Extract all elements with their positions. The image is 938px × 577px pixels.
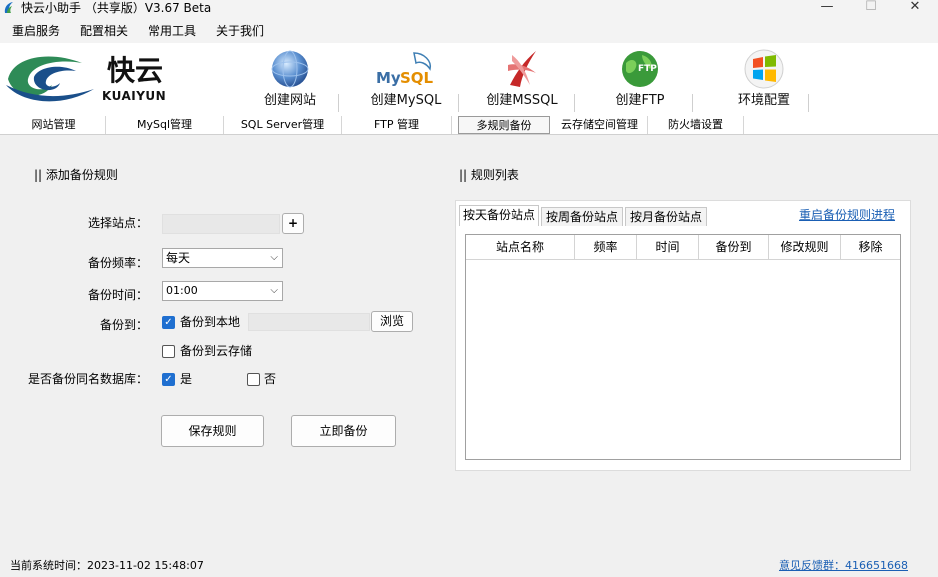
create-mssql-label: 创建MSSQL: [486, 93, 558, 108]
add-rule-section-title: || 添加备份规则: [34, 168, 118, 182]
backup-db-no-checkbox[interactable]: [247, 373, 260, 386]
mssql-icon: [508, 51, 536, 87]
column-header-edit-rule[interactable]: 修改规则: [769, 235, 841, 260]
ftp-globe-icon: FTP: [622, 51, 658, 87]
backup-db-label: 是否备份同名数据库：: [27, 372, 148, 386]
backup-cloud-label: 备份到云存储: [180, 344, 253, 358]
menu-about[interactable]: 关于我们: [216, 23, 264, 39]
create-mysql-label: 创建MySQL: [370, 93, 442, 108]
window-title: 快云小助手 （共享版）V3.67 Beta: [21, 1, 212, 15]
backup-target-label: 备份到：: [99, 318, 148, 332]
toolbar-separator: [338, 94, 339, 112]
system-time-status: 当前系统时间：2023-11-02 15:48:07: [10, 559, 204, 572]
site-label: 选择站点：: [87, 216, 148, 230]
add-site-button[interactable]: +: [282, 213, 304, 234]
save-rule-button[interactable]: 保存规则: [161, 415, 264, 447]
menu-bar: [0, 19, 938, 43]
column-header-frequency[interactable]: 频率: [575, 235, 637, 260]
column-header-remove[interactable]: 移除: [841, 235, 900, 260]
site-input[interactable]: [162, 214, 280, 234]
create-ftp-label: 创建FTP: [615, 93, 665, 108]
column-header-backup-to[interactable]: 备份到: [699, 235, 769, 260]
kuaiyun-logo-icon: [6, 56, 94, 102]
time-label: 备份时间：: [87, 288, 148, 302]
toolbar-separator: [808, 94, 809, 112]
tab-weekly-backup[interactable]: 按周备份站点: [541, 207, 623, 226]
logo-text-cn: 快云: [107, 54, 164, 87]
svg-text:SQL: SQL: [400, 69, 434, 87]
frequency-label: 备份频率：: [87, 256, 148, 270]
column-header-time[interactable]: 时间: [637, 235, 699, 260]
rule-list-section-title: || 规则列表: [459, 168, 519, 182]
logo-text-en: KUAIYUN: [102, 89, 167, 103]
tab-sqlserver-management[interactable]: SQL Server管理: [224, 116, 342, 134]
tab-mysql-management[interactable]: MySql管理: [106, 116, 224, 134]
tab-site-management[interactable]: 网站管理: [2, 116, 106, 134]
app-logo-icon: [4, 2, 14, 13]
frequency-value: 每天: [166, 251, 191, 265]
frequency-select[interactable]: 每天 ⌵: [162, 248, 283, 268]
local-path-input[interactable]: [248, 313, 370, 331]
rule-list-table: [465, 234, 901, 460]
maximize-button[interactable]: ☐: [848, 0, 894, 19]
create-site-button[interactable]: 创建网站: [240, 43, 340, 113]
chevron-down-icon: ⌵: [270, 285, 278, 296]
svg-text:My: My: [376, 69, 401, 87]
tab-monthly-backup[interactable]: 按月备份站点: [625, 207, 707, 226]
time-value: 01:00: [166, 284, 198, 297]
close-button[interactable]: ✕: [892, 0, 938, 19]
feedback-group-link[interactable]: 意见反馈群：416651668: [779, 558, 908, 574]
backup-db-no-label: 否: [264, 372, 277, 386]
toolbar-separator: [574, 94, 575, 112]
browse-button[interactable]: 浏览: [371, 311, 413, 332]
windows-icon: [744, 49, 784, 89]
create-mssql-button[interactable]: 创建MSSQL: [472, 43, 572, 113]
create-site-label: 创建网站: [263, 93, 316, 108]
svg-text:FTP: FTP: [638, 64, 657, 74]
backup-db-yes-checkbox[interactable]: ✓: [162, 373, 175, 386]
tab-multi-rule-backup[interactable]: 多规则备份: [458, 116, 550, 134]
env-config-button[interactable]: 环境配置: [714, 43, 814, 113]
create-mysql-button[interactable]: My SQL 创建MySQL: [356, 43, 456, 113]
tab-cloud-storage[interactable]: 云存储空间管理: [552, 116, 648, 134]
tab-ftp-management[interactable]: FTP 管理: [342, 116, 452, 134]
minimize-button[interactable]: —: [804, 0, 850, 19]
mysql-dolphin-icon: My SQL: [376, 52, 434, 87]
menu-config[interactable]: 配置相关: [80, 23, 128, 39]
tab-firewall[interactable]: 防火墙设置: [648, 116, 744, 134]
backup-cloud-checkbox[interactable]: [162, 345, 175, 358]
backup-local-label: 备份到本地: [180, 315, 241, 329]
chevron-down-icon: ⌵: [270, 252, 278, 263]
time-select[interactable]: 01:00 ⌵: [162, 281, 283, 301]
env-config-label: 环境配置: [737, 93, 790, 108]
backup-db-yes-label: 是: [180, 372, 193, 386]
menu-tools[interactable]: 常用工具: [148, 23, 196, 39]
backup-now-button[interactable]: 立即备份: [291, 415, 396, 447]
tab-daily-backup[interactable]: 按天备份站点: [459, 205, 539, 226]
create-ftp-button[interactable]: FTP 创建FTP: [590, 43, 690, 113]
menu-restart-service[interactable]: 重启服务: [12, 23, 60, 39]
toolbar-separator: [458, 94, 459, 112]
toolbar-separator: [692, 94, 693, 112]
restart-backup-process-link[interactable]: 重启备份规则进程: [799, 207, 895, 223]
backup-local-checkbox[interactable]: ✓: [162, 316, 175, 329]
globe-icon: [271, 50, 309, 88]
column-header-site-name[interactable]: 站点名称: [466, 235, 575, 260]
